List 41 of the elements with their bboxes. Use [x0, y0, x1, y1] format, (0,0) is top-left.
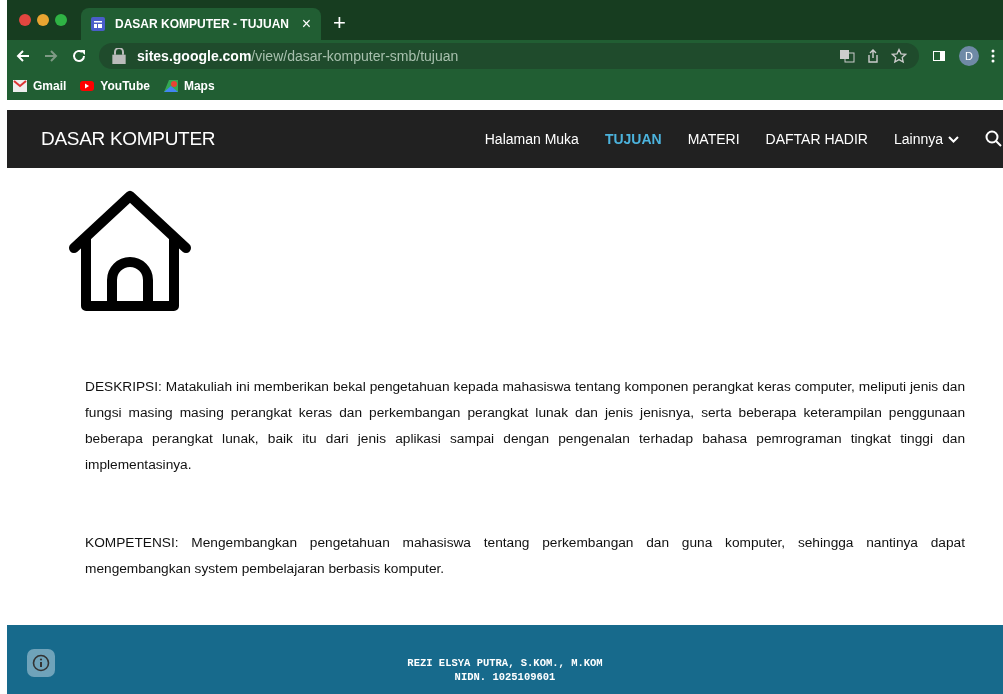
lock-icon: [111, 48, 127, 64]
site-title: DASAR KOMPUTER: [41, 128, 217, 150]
search-icon[interactable]: [985, 130, 1003, 148]
house-icon: [66, 190, 194, 312]
side-panel-icon[interactable]: [931, 48, 947, 64]
star-icon[interactable]: [891, 48, 907, 64]
footer-text: REZI ELSYA PUTRA, S.KOM., M.KOM: [407, 657, 603, 669]
nav-link[interactable]: TUJUAN: [604, 131, 662, 147]
info-icon: [32, 654, 50, 672]
maximize-window-icon[interactable]: [55, 14, 67, 26]
close-tab-button[interactable]: ×: [301, 15, 311, 33]
paragraph: KOMPETENSI: Mengembangkan pengetahuan mahasiswa tentang perkembangan dan guna komputer, sehingga nantinya dapat mengembangkan system pembelajaran berbasis komputer.: [85, 534, 965, 578]
forward-arrow-icon[interactable]: [43, 48, 59, 64]
paragraph: DESKRIPSI: Matakuliah ini memberikan bekal pengetahuan kepada mahasiswa tentang komponen perangkat keras computer, meliputi jenis dan fungsi masing masing perangkat keras dan perkembangan perangkat lunak dan jenis jenisnya, serta beberapa keterampilan penggunaan beberapa perangkat lunak, baik itu dari jenis aplikasi sampai dengan pengenalan terhadap bahasa pemrograman tingkat tinggi dan implementasinya.: [85, 378, 965, 474]
mail-icon: [13, 80, 27, 92]
new-tab-button[interactable]: +: [333, 10, 346, 36]
share-icon[interactable]: [865, 48, 881, 64]
reload-icon[interactable]: [71, 48, 87, 64]
menu-icon[interactable]: [991, 48, 995, 64]
bookmark[interactable]: Maps: [163, 79, 215, 93]
url-text: sites.google.com/view/dasar-komputer-smb/tujuan: [137, 48, 459, 64]
chevron-down-icon: [948, 135, 959, 143]
address-bar[interactable]: sites.google.com/view/dasar-komputer-smb/tujuan: [99, 43, 919, 69]
nav-link[interactable]: Lainnya: [893, 131, 959, 147]
back-arrow-icon[interactable]: [15, 48, 31, 64]
bookmark[interactable]: Gmail: [13, 79, 67, 93]
bookmark[interactable]: YouTube: [80, 79, 150, 93]
browser-tab[interactable]: DASAR KOMPUTER - TUJUAN ×: [81, 8, 321, 40]
close-window-icon[interactable]: [19, 14, 31, 26]
play-icon: [80, 80, 95, 92]
info-button[interactable]: [27, 649, 55, 677]
translate-icon[interactable]: [839, 48, 855, 64]
nav-link[interactable]: Halaman Muka: [484, 131, 579, 147]
profile-avatar[interactable]: D: [959, 46, 979, 66]
footer-text: NIDN. 1025109601: [454, 671, 556, 683]
map-pin-icon: [163, 80, 178, 92]
page-layout-icon: [91, 17, 105, 31]
nav-link[interactable]: MATERI: [687, 131, 740, 147]
nav-link[interactable]: DAFTAR HADIR: [765, 131, 868, 147]
minimize-window-icon[interactable]: [37, 14, 49, 26]
tab-title: DASAR KOMPUTER - TUJUAN: [115, 17, 290, 31]
